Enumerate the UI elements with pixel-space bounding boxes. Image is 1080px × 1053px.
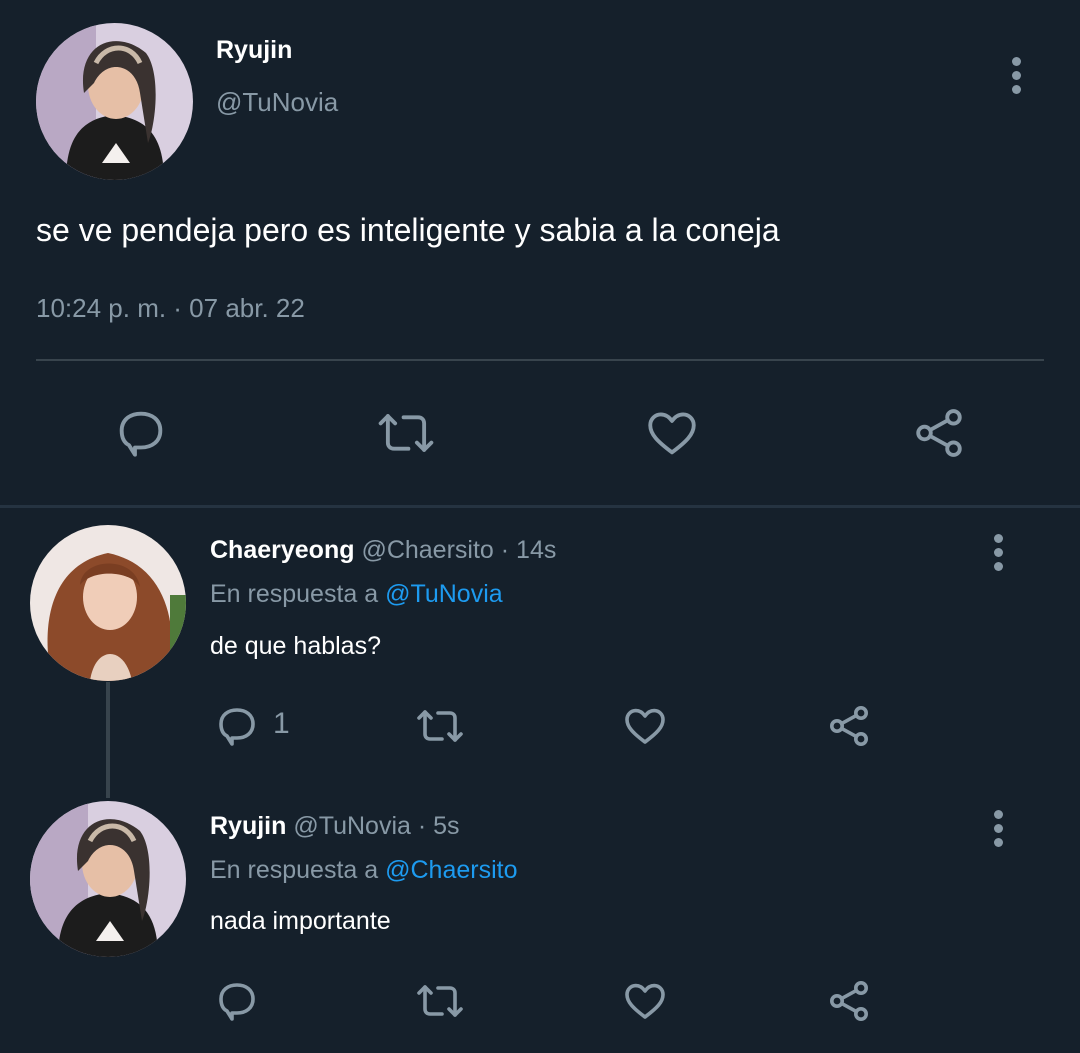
author-name[interactable]: Ryujin (216, 36, 292, 65)
reply-count: 1 (273, 707, 290, 740)
replying-to: En respuesta a @TuNovia (210, 580, 503, 609)
author-handle[interactable]: @TuNovia (216, 87, 338, 118)
replying-to-prefix: En respuesta a (210, 580, 379, 608)
tweet-text: se ve pendeja pero es inteligente y sabi… (36, 212, 780, 248)
share-icon[interactable] (825, 702, 873, 750)
divider (36, 359, 1044, 361)
reply-text: de que hablas? (210, 632, 381, 660)
avatar[interactable] (30, 801, 186, 957)
author-handle[interactable]: @Chaersito (361, 536, 493, 564)
retweet-icon[interactable] (374, 404, 438, 462)
more-options-icon[interactable] (994, 534, 1003, 576)
replying-to-prefix: En respuesta a (210, 856, 379, 884)
tweet-timestamp[interactable]: 10:24 p. m. · 07 abr. 22 (36, 293, 305, 324)
author-name[interactable]: Chaeryeong (210, 536, 354, 564)
section-divider (0, 505, 1080, 508)
reply-header: Ryujin @TuNovia · 5s (210, 812, 460, 841)
author-handle[interactable]: @TuNovia (293, 812, 411, 840)
replying-to: En respuesta a @Chaersito (210, 856, 518, 885)
more-options-icon[interactable] (994, 810, 1003, 852)
replying-to-handle[interactable]: @TuNovia (385, 580, 503, 608)
avatar[interactable] (30, 525, 186, 681)
reply-icon[interactable] (213, 977, 261, 1025)
reply-time[interactable]: · 14s (501, 536, 557, 564)
like-icon[interactable] (621, 702, 669, 750)
retweet-icon[interactable] (413, 702, 467, 750)
thread-line (106, 682, 110, 798)
retweet-icon[interactable] (413, 977, 467, 1025)
reply-icon[interactable] (112, 404, 170, 462)
share-icon[interactable] (825, 977, 873, 1025)
reply-icon[interactable] (213, 702, 261, 750)
author-name[interactable]: Ryujin (210, 812, 286, 840)
like-icon[interactable] (621, 977, 669, 1025)
avatar[interactable] (36, 23, 193, 180)
like-icon[interactable] (643, 404, 701, 462)
share-icon[interactable] (910, 404, 968, 462)
reply-header: Chaeryeong @Chaersito · 14s (210, 536, 556, 565)
replying-to-handle[interactable]: @Chaersito (385, 856, 517, 884)
more-options-icon[interactable] (1012, 57, 1021, 99)
reply-text: nada importante (210, 907, 391, 935)
reply-time[interactable]: · 5s (418, 812, 460, 840)
